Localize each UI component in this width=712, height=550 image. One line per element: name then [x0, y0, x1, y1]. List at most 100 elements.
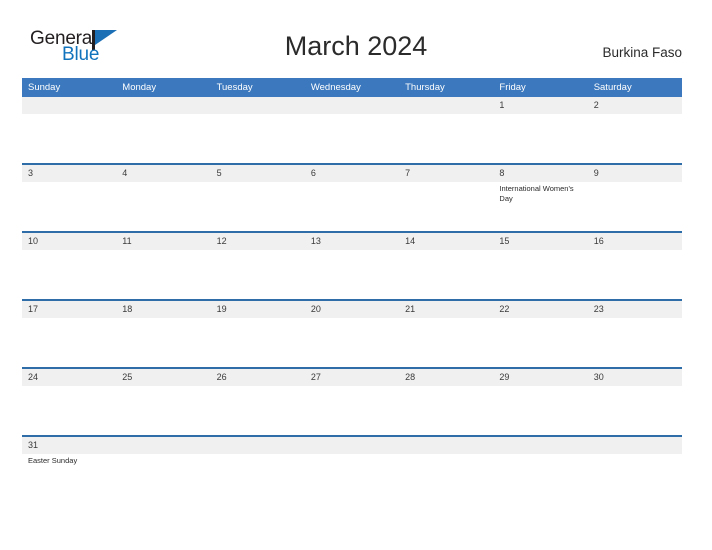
day-cell[interactable]: [22, 250, 116, 299]
week-date-band: 3 4 5 6 7 8 9: [22, 165, 682, 182]
day-cell[interactable]: [588, 114, 682, 163]
day-cell[interactable]: [116, 318, 210, 367]
date-number[interactable]: 6: [305, 165, 399, 182]
day-cell[interactable]: [493, 454, 587, 503]
week-date-band: 17 18 19 20 21 22 23: [22, 301, 682, 318]
day-cell[interactable]: [211, 318, 305, 367]
date-number[interactable]: [399, 437, 493, 454]
day-of-week-header-row: Sunday Monday Tuesday Wednesday Thursday…: [22, 78, 682, 97]
day-cell[interactable]: [22, 114, 116, 163]
day-cell[interactable]: [116, 454, 210, 503]
date-number[interactable]: 20: [305, 301, 399, 318]
day-cell[interactable]: [588, 182, 682, 231]
date-number[interactable]: 16: [588, 233, 682, 250]
day-cell[interactable]: [305, 318, 399, 367]
day-cell[interactable]: [493, 318, 587, 367]
day-cell[interactable]: [399, 386, 493, 435]
day-cell[interactable]: [116, 250, 210, 299]
day-cell[interactable]: Easter Sunday: [22, 454, 116, 503]
date-number[interactable]: [211, 437, 305, 454]
week-row: 10 11 12 13 14 15 16: [22, 231, 682, 299]
day-cell[interactable]: [399, 454, 493, 503]
date-number[interactable]: 22: [493, 301, 587, 318]
day-cell[interactable]: [399, 250, 493, 299]
day-cell[interactable]: [305, 386, 399, 435]
day-cell[interactable]: [116, 182, 210, 231]
date-number[interactable]: 15: [493, 233, 587, 250]
day-cell[interactable]: [22, 182, 116, 231]
date-number[interactable]: 4: [116, 165, 210, 182]
day-cell[interactable]: [211, 386, 305, 435]
date-number[interactable]: 3: [22, 165, 116, 182]
date-number[interactable]: 12: [211, 233, 305, 250]
date-number[interactable]: 10: [22, 233, 116, 250]
day-header-saturday: Saturday: [593, 82, 632, 93]
date-number[interactable]: 14: [399, 233, 493, 250]
date-number[interactable]: [116, 97, 210, 114]
day-cell[interactable]: [305, 182, 399, 231]
day-cell[interactable]: [588, 454, 682, 503]
date-number[interactable]: 25: [116, 369, 210, 386]
date-number[interactable]: [399, 97, 493, 114]
date-number[interactable]: [493, 437, 587, 454]
date-number[interactable]: 11: [116, 233, 210, 250]
date-number[interactable]: 29: [493, 369, 587, 386]
day-cell[interactable]: [493, 386, 587, 435]
date-number[interactable]: 27: [305, 369, 399, 386]
day-header-thursday: Thursday: [405, 82, 445, 93]
date-number[interactable]: 17: [22, 301, 116, 318]
date-number[interactable]: 23: [588, 301, 682, 318]
date-number[interactable]: 13: [305, 233, 399, 250]
page-header: General Blue March 2024 Burkina Faso: [0, 0, 712, 72]
day-cell[interactable]: [305, 114, 399, 163]
day-cell[interactable]: [399, 182, 493, 231]
date-number[interactable]: 8: [493, 165, 587, 182]
day-cell[interactable]: [588, 386, 682, 435]
date-number[interactable]: 18: [116, 301, 210, 318]
week-event-band: International Women's Day: [22, 182, 682, 231]
day-cell[interactable]: [116, 114, 210, 163]
date-number[interactable]: 19: [211, 301, 305, 318]
date-number[interactable]: 30: [588, 369, 682, 386]
date-number[interactable]: [211, 97, 305, 114]
date-number[interactable]: 1: [493, 97, 587, 114]
date-number[interactable]: 9: [588, 165, 682, 182]
date-number[interactable]: 28: [399, 369, 493, 386]
day-cell[interactable]: [22, 386, 116, 435]
date-number[interactable]: [305, 97, 399, 114]
date-number[interactable]: [588, 437, 682, 454]
day-cell[interactable]: [211, 250, 305, 299]
day-cell[interactable]: [493, 250, 587, 299]
day-cell[interactable]: [399, 318, 493, 367]
date-number[interactable]: [22, 97, 116, 114]
day-cell[interactable]: International Women's Day: [493, 182, 587, 231]
day-cell[interactable]: [588, 318, 682, 367]
day-cell[interactable]: [211, 182, 305, 231]
day-cell[interactable]: [305, 250, 399, 299]
date-number[interactable]: 5: [211, 165, 305, 182]
day-cell[interactable]: [211, 454, 305, 503]
day-cell[interactable]: [22, 318, 116, 367]
date-number[interactable]: [305, 437, 399, 454]
date-number[interactable]: 2: [588, 97, 682, 114]
date-number[interactable]: [116, 437, 210, 454]
date-number[interactable]: 21: [399, 301, 493, 318]
country-label: Burkina Faso: [602, 45, 682, 60]
day-header-sunday: Sunday: [28, 82, 61, 93]
week-row: 3 4 5 6 7 8 9 International Women's Day: [22, 163, 682, 231]
event-text: Easter Sunday: [28, 456, 78, 465]
date-number[interactable]: 26: [211, 369, 305, 386]
week-event-band: [22, 114, 682, 163]
day-cell[interactable]: [493, 114, 587, 163]
date-number[interactable]: 31: [22, 437, 116, 454]
week-row: 17 18 19 20 21 22 23: [22, 299, 682, 367]
date-number[interactable]: 7: [399, 165, 493, 182]
day-cell[interactable]: [588, 250, 682, 299]
day-cell[interactable]: [116, 386, 210, 435]
date-number[interactable]: 24: [22, 369, 116, 386]
week-event-band: [22, 386, 682, 435]
day-cell[interactable]: [305, 454, 399, 503]
day-cell[interactable]: [211, 114, 305, 163]
day-cell[interactable]: [399, 114, 493, 163]
calendar-page: General Blue March 2024 Burkina Faso Sun…: [0, 0, 712, 550]
